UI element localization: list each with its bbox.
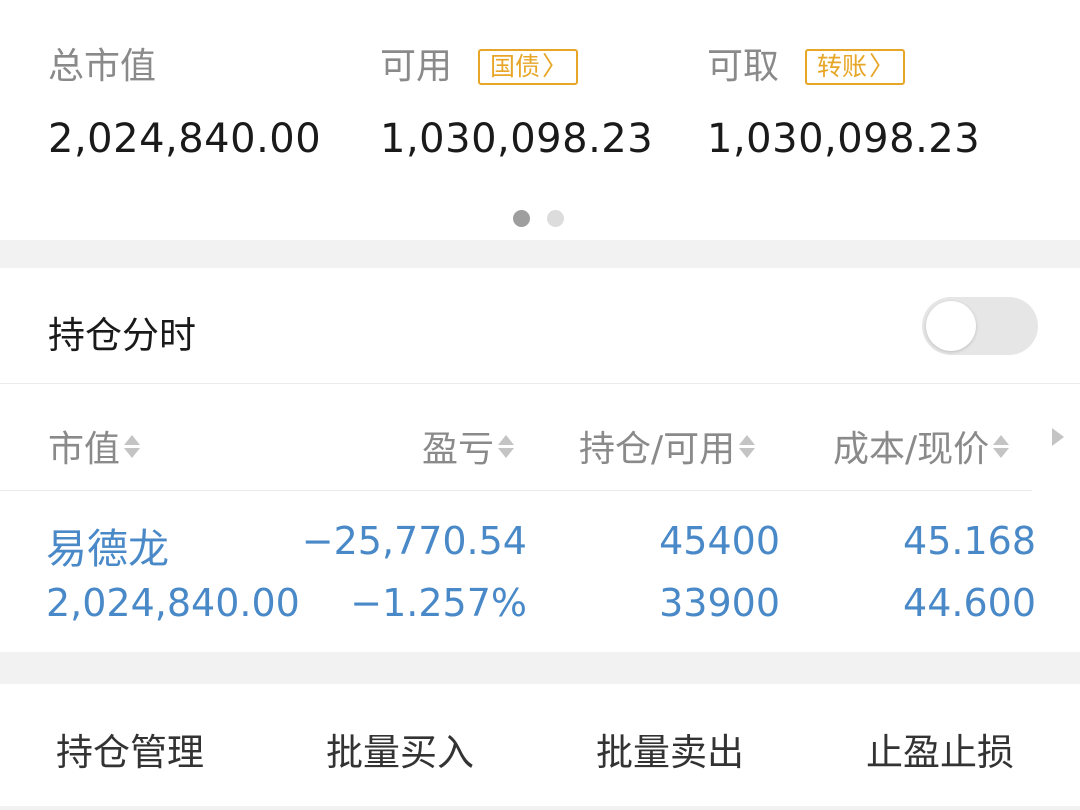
take-profit-stop-loss-button[interactable]: 止盈止损 — [866, 722, 1014, 776]
available-shares-cell: 33900 — [659, 581, 780, 625]
batch-buy-button[interactable]: 批量买入 — [326, 722, 474, 776]
market-value-cell: 2,024,840.00 — [46, 581, 300, 625]
holdings-card: 持仓分时 市值 盈亏 持仓/可用 成本/现价 易德龙 2,024,840.00 … — [0, 268, 1080, 652]
total-market-value-label: 总市值 — [48, 46, 157, 87]
account-summary: 总市值 2,024,840.00 可用 国债 〉 1,030,098.23 可取… — [0, 0, 1080, 240]
holdings-intraday-row: 持仓分时 — [0, 268, 1080, 384]
page-dot-active — [513, 210, 530, 227]
more-columns-arrow-icon[interactable] — [1052, 428, 1064, 446]
sort-icon — [124, 434, 141, 458]
sort-icon — [993, 434, 1010, 458]
chevron-right-icon: 〉 — [542, 52, 569, 82]
holdings-intraday-title: 持仓分时 — [48, 314, 196, 357]
table-row[interactable]: 易德龙 2,024,840.00 −25,770.54 −1.257% 4540… — [0, 491, 1080, 652]
available-amount: 1,030,098.23 — [380, 116, 654, 162]
withdrawable-label: 可取 — [707, 46, 780, 87]
page-indicator — [513, 210, 564, 227]
available-label: 可用 — [380, 46, 453, 87]
transfer-label: 转账 — [817, 52, 868, 81]
batch-sell-button[interactable]: 批量卖出 — [596, 722, 744, 776]
total-market-value: 总市值 2,024,840.00 — [48, 46, 321, 162]
column-header-position-available[interactable]: 持仓/可用 — [579, 420, 756, 472]
column-header-label: 盈亏 — [422, 429, 495, 470]
stock-name: 易德龙 — [46, 525, 169, 573]
position-management-button[interactable]: 持仓管理 — [56, 722, 204, 776]
column-header-cost-price[interactable]: 成本/现价 — [833, 420, 1010, 472]
toggle-knob — [926, 301, 976, 351]
withdrawable-funds: 可取 转账 〉 1,030,098.23 — [707, 46, 980, 162]
treasury-bond-label: 国债 — [490, 52, 541, 81]
position-cell: 45400 — [659, 519, 780, 563]
sort-icon — [739, 434, 756, 458]
holdings-intraday-toggle[interactable] — [922, 297, 1038, 355]
current-price-cell: 44.600 — [903, 581, 1036, 625]
available-funds: 可用 国债 〉 1,030,098.23 — [380, 46, 653, 162]
cost-cell: 45.168 — [903, 519, 1036, 563]
column-header-label: 市值 — [48, 429, 121, 470]
column-header-label: 成本/现价 — [833, 429, 990, 470]
total-market-value-amount: 2,024,840.00 — [48, 116, 322, 162]
treasury-bond-button[interactable]: 国债 〉 — [478, 49, 579, 85]
profit-loss-pct-cell: −1.257% — [350, 581, 527, 625]
profit-loss-cell: −25,770.54 — [301, 519, 527, 563]
withdrawable-amount: 1,030,098.23 — [707, 116, 981, 162]
page-dot — [547, 210, 564, 227]
transfer-button[interactable]: 转账 〉 — [805, 49, 906, 85]
sort-icon — [498, 434, 515, 458]
column-header-market-value[interactable]: 市值 — [48, 420, 141, 472]
column-header-label: 持仓/可用 — [579, 429, 736, 470]
column-header-profit-loss[interactable]: 盈亏 — [422, 420, 515, 472]
chevron-right-icon: 〉 — [869, 52, 896, 82]
action-bar: 持仓管理 批量买入 批量卖出 止盈止损 — [0, 684, 1080, 806]
